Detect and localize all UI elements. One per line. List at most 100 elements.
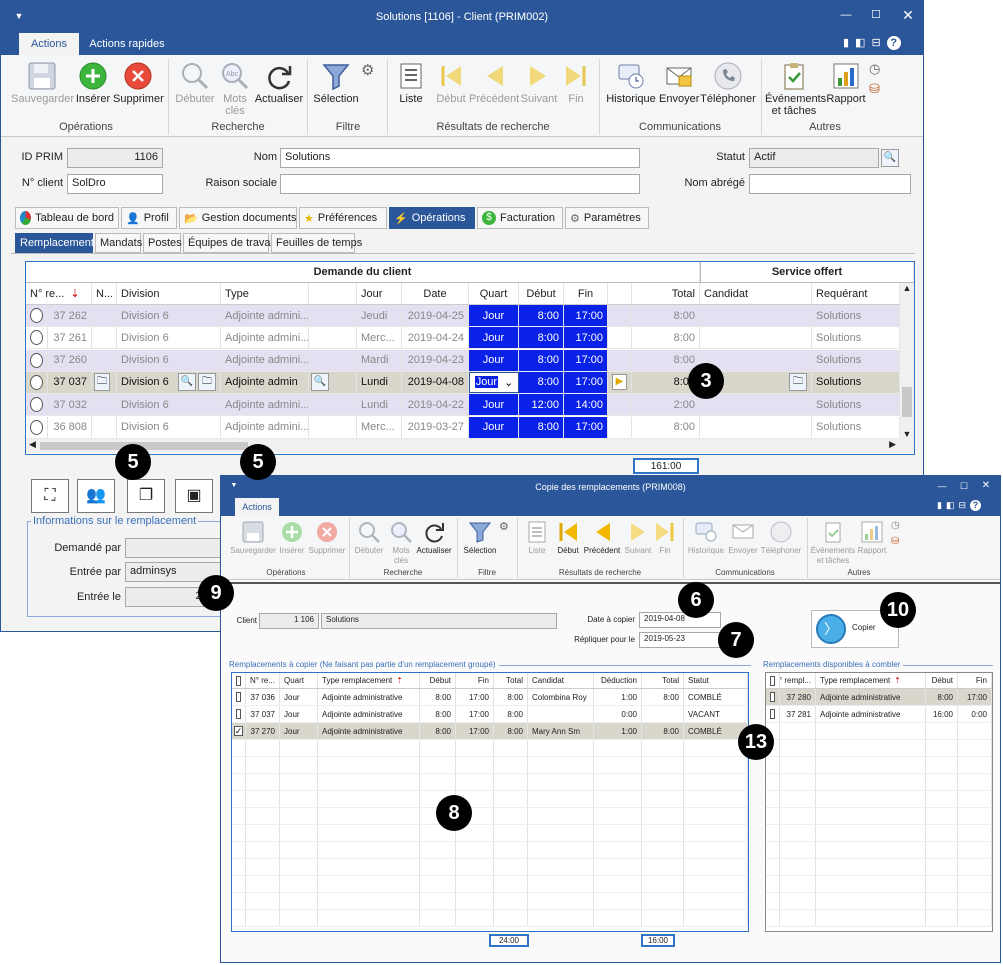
col-division[interactable]: Division [117,283,221,304]
name-field[interactable]: Solutions [280,148,640,168]
legal-name-field[interactable] [280,174,640,194]
row-select-radio[interactable] [26,371,48,393]
dialog-report-button[interactable]: Rapport [855,520,889,556]
close-button[interactable]: ✕ [897,1,919,29]
selection-button[interactable]: Sélection [313,61,359,105]
horizontal-scrollbar[interactable]: ◀ ▶ [26,439,914,453]
column-header[interactable]: Statut [684,673,748,688]
table-row[interactable]: ✓ 37 270 Jour Adjointe administrative 8:00 17… [232,723,748,740]
table-row[interactable]: 37 262 Division 6 Adjointe admini... Jeudi 2… [26,305,900,327]
date-to-copy-field[interactable]: 2019-04-08 [639,612,721,628]
dialog-tab-actions[interactable]: Actions [235,498,279,516]
insert-button[interactable]: Insérer [75,61,111,105]
row-checkbox[interactable] [766,706,780,722]
row-select-radio[interactable] [26,327,48,349]
maximize-button[interactable]: ☐ [865,1,887,29]
tab-billing[interactable]: $ Facturation [477,207,563,229]
vertical-scrollbar[interactable]: ▲ ▼ [900,283,914,439]
dialog-events-button[interactable]: Événements et tâches [809,520,857,566]
table-row[interactable]: 37 036 Jour Adjointe administrative 8:00 17:… [232,689,748,706]
dialog-maximize-button[interactable]: ☐ [955,476,973,496]
dialog-next-button[interactable]: Suivant [621,520,655,556]
tab-profile[interactable]: 👤 Profil [121,207,177,229]
tab-parameters[interactable]: ⚙ Paramètres [565,207,649,229]
row-select-radio[interactable] [26,394,48,416]
table-row[interactable]: 37 281 Adjointe administrative 16:00 0:00 [766,706,992,723]
column-header[interactable]: Quart [280,673,318,688]
next-button[interactable]: Suivant [519,61,559,105]
filter-settings-icon[interactable]: ⚙ [361,61,374,79]
dialog-refresh-button[interactable]: Actualiser [415,520,453,556]
col-total[interactable]: Total [632,283,700,304]
short-name-field[interactable] [749,174,911,194]
dialog-phone-button[interactable]: Téléphoner [759,520,803,556]
phone-button[interactable]: Téléphoner [699,61,757,105]
table-row[interactable]: 37 037 Jour Adjointe administrative 8:00 17:… [232,706,748,723]
type-search-icon[interactable]: 🔍 [309,371,357,393]
dialog-first-button[interactable]: Début [553,520,583,556]
col-shift[interactable]: Quart [469,283,519,304]
dialog-filter-settings-icon[interactable]: ⚙ [499,520,509,533]
status-field[interactable]: Actif [749,148,879,168]
dialog-minimize-button[interactable]: — [933,476,951,496]
column-header[interactable]: Fin [456,673,494,688]
subtab-timesheets[interactable]: Feuilles de temps [271,233,362,253]
dialog-start-button[interactable]: Débuter [351,520,387,556]
org-chart-button[interactable]: ⛶ [31,479,69,513]
column-header[interactable]: Début [926,673,958,688]
dialog-clock-icon[interactable]: ◷ [891,520,900,531]
status-search-icon[interactable]: 🔍 [881,149,899,167]
client-number-field[interactable]: SolDro [67,174,163,194]
table-row[interactable]: 37 280 Adjointe administrative 8:00 17:00 [766,689,992,706]
column-header[interactable]: Candidat [528,673,594,688]
requested-by-field[interactable] [125,538,225,558]
dialog-selection-button[interactable]: Sélection [461,520,499,556]
dialog-help-icon[interactable]: ? [970,500,981,511]
table-row[interactable]: 37 037 🗀 Division 6 🔍 🗀 Adjointe admin 🔍 Lundi 2… [26,371,900,394]
subtab-positions[interactable]: Postes [143,233,182,253]
dialog-history-button[interactable]: Historique [685,520,727,556]
column-header[interactable]: Total [642,673,684,688]
row-checkbox[interactable] [766,689,780,705]
column-header[interactable]: N° re... [246,673,280,688]
select-all-checkbox[interactable] [766,673,780,688]
col-candidate[interactable]: Candidat [700,283,812,304]
col-requester[interactable]: Requérant [812,283,900,304]
column-header[interactable]: Début [420,673,456,688]
tab-documents[interactable]: 📂 Gestion documents [179,207,297,229]
app-menu-icon[interactable]: ▼ [11,1,27,31]
help-icon[interactable]: ? [886,36,901,50]
save-button[interactable]: Sauvegarder [11,61,74,105]
subtab-replacements[interactable]: Remplacements [15,233,99,253]
play-arrow-icon[interactable]: ▶ [608,371,632,393]
report-button[interactable]: Rapport [825,61,867,105]
tab-preferences[interactable]: ★ Préférences [299,207,387,229]
table-row[interactable]: 36 808 Division 6 Adjointe admini... Merc..… [26,416,900,439]
dialog-menu-icon[interactable]: ▼ [227,476,241,496]
select-all-checkbox[interactable] [232,673,246,688]
row-checkbox[interactable] [232,689,246,705]
replicate-date-field[interactable]: 2019-05-23 [639,632,721,648]
table-row[interactable]: 37 032 Division 6 Adjointe admini... Lundi 2… [26,394,900,417]
row-select-radio[interactable] [26,349,48,371]
minimize-button[interactable]: — [835,1,857,29]
table-row[interactable]: 37 261 Division 6 Adjointe admini... Merc..… [26,327,900,350]
last-button[interactable]: Fin [559,61,593,105]
dialog-send-button[interactable]: Envoyer [727,520,759,556]
dialog-delete-button[interactable]: Supprimer [307,520,347,556]
copy-button[interactable]: ❐ [127,479,165,513]
dialog-list-button[interactable]: Liste [521,520,553,556]
column-header[interactable]: Total [494,673,528,688]
col-start[interactable]: Début [519,283,564,304]
first-button[interactable]: Début [431,61,471,105]
dialog-close-button[interactable]: ✕ [977,476,995,496]
dialog-save-button[interactable]: Sauvegarder [229,520,277,556]
col-day[interactable]: Jour [357,283,402,304]
history-button[interactable]: Historique [605,61,657,105]
col-n[interactable]: N... [92,283,117,304]
send-button[interactable]: Envoyer [659,61,699,105]
add-person-button[interactable]: 👥 [77,479,115,513]
events-tasks-button[interactable]: Événements et tâches [765,61,826,117]
dialog-insert-button[interactable]: Insérer [277,520,307,556]
chevron-down-icon[interactable]: ⌄ [504,376,513,389]
